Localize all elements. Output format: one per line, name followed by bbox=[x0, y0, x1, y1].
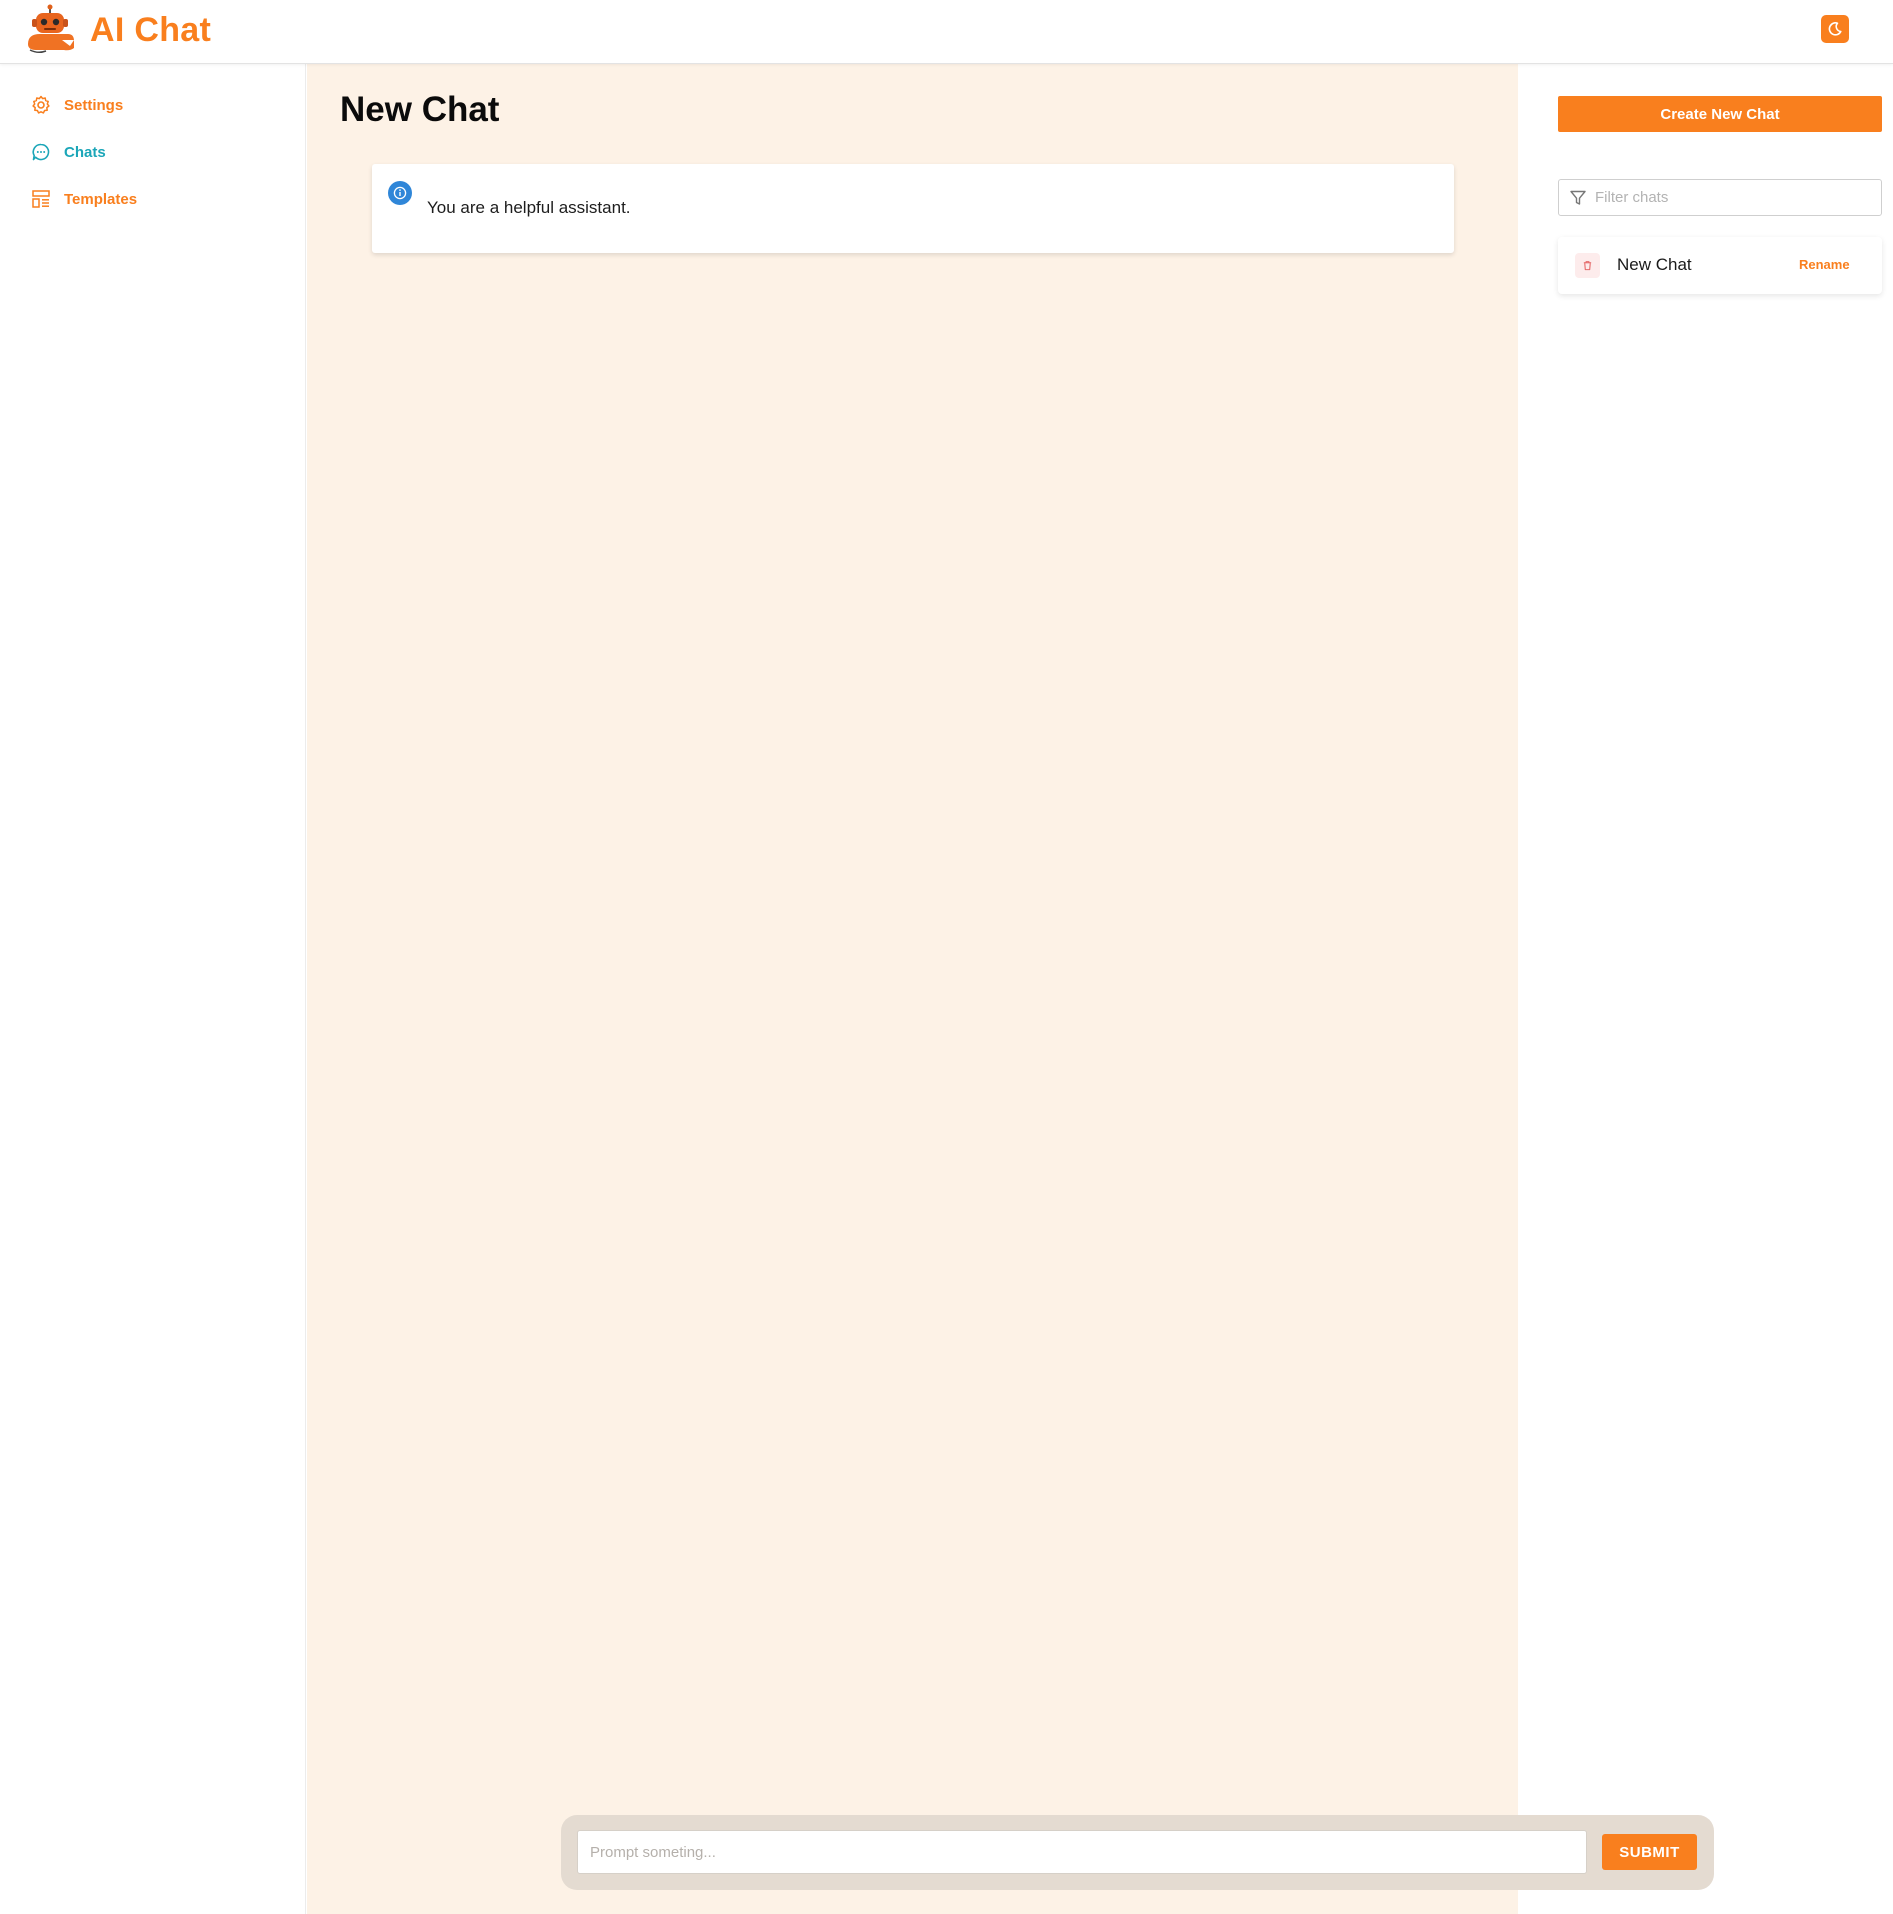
sidebar-item-chats[interactable]: Chats bbox=[30, 141, 106, 163]
chat-bubble-icon bbox=[30, 141, 52, 163]
filter-box bbox=[1558, 179, 1882, 216]
prompt-bar: SUBMIT bbox=[561, 1815, 1714, 1890]
prompt-input[interactable] bbox=[577, 1830, 1587, 1874]
sidebar-item-settings[interactable]: Settings bbox=[30, 94, 123, 116]
page-title: New Chat bbox=[340, 90, 500, 129]
chat-list-item[interactable]: New Chat Rename bbox=[1558, 237, 1882, 294]
chat-area: New Chat You are a helpful assistant. bbox=[307, 64, 1518, 1914]
system-message-card: You are a helpful assistant. bbox=[372, 164, 1454, 253]
sidebar-item-templates[interactable]: Templates bbox=[30, 188, 137, 210]
rename-chat-button[interactable]: Rename bbox=[1799, 257, 1850, 272]
robot-mascot-icon bbox=[28, 4, 74, 54]
theme-toggle-button[interactable] bbox=[1821, 15, 1849, 43]
submit-button[interactable]: SUBMIT bbox=[1602, 1834, 1697, 1870]
info-icon bbox=[388, 181, 412, 205]
template-layout-icon bbox=[30, 188, 52, 210]
chat-item-title: New Chat bbox=[1617, 255, 1692, 274]
trash-icon bbox=[1583, 261, 1592, 271]
filter-funnel-icon bbox=[1570, 190, 1586, 205]
system-message-text: You are a helpful assistant. bbox=[427, 198, 631, 217]
chat-list-panel: Create New Chat New Chat Rename bbox=[1518, 64, 1893, 1914]
brand[interactable]: AI Chat bbox=[24, 4, 211, 56]
moon-icon bbox=[1828, 22, 1842, 36]
sidebar-item-label: Chats bbox=[64, 143, 106, 161]
top-bar: AI Chat bbox=[0, 0, 1893, 64]
filter-chats-input[interactable] bbox=[1595, 180, 1877, 215]
sidebar-item-label: Templates bbox=[64, 190, 138, 208]
gear-icon bbox=[30, 94, 52, 116]
sidebar-item-label: Settings bbox=[64, 96, 124, 114]
app-title: AI Chat bbox=[90, 10, 212, 49]
sidebar: Settings Chats Templates bbox=[0, 64, 306, 1914]
create-new-chat-button[interactable]: Create New Chat bbox=[1558, 96, 1882, 132]
delete-chat-button[interactable] bbox=[1575, 253, 1600, 278]
